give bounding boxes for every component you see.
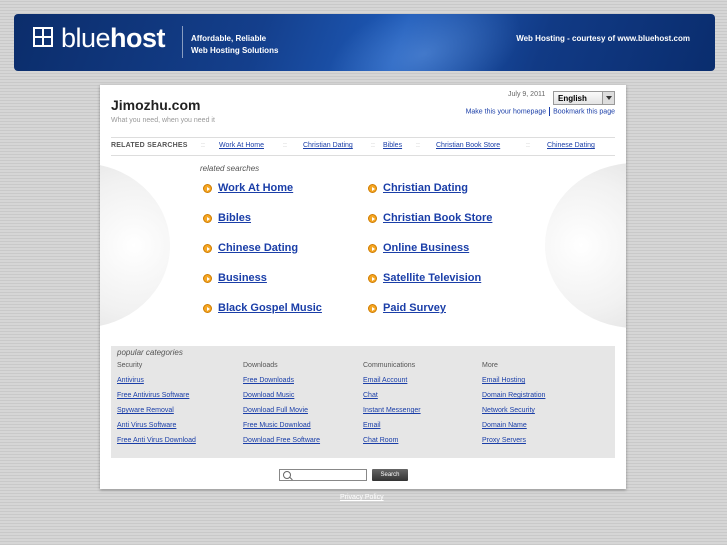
category-link[interactable]: Free Music Download xyxy=(243,422,320,437)
arrow-right-icon xyxy=(368,304,377,313)
arrow-right-icon xyxy=(368,244,377,253)
related-link[interactable]: Christian Dating xyxy=(383,182,468,194)
category-link[interactable]: Free Antivirus Software xyxy=(117,392,196,407)
related-searches-label: RELATED SEARCHES xyxy=(111,142,188,149)
site-title: Jimozhu.com xyxy=(111,97,201,113)
bar-separator: :: xyxy=(201,142,205,149)
related-link[interactable]: Satellite Television xyxy=(383,272,481,284)
language-select[interactable]: English xyxy=(553,91,615,105)
category-column-communications: Communications Email Account Chat Instan… xyxy=(363,362,421,452)
category-heading: Security xyxy=(117,362,143,369)
related-searches-title: related searches xyxy=(200,164,260,173)
related-link[interactable]: Black Gospel Music xyxy=(218,302,322,314)
bar-link-christian-dating[interactable]: Christian Dating xyxy=(303,142,353,149)
category-link[interactable]: Download Music xyxy=(243,392,320,407)
related-link[interactable]: Bibles xyxy=(218,212,251,224)
bar-link-work-at-home[interactable]: Work At Home xyxy=(219,142,264,149)
category-link[interactable]: Download Free Software xyxy=(243,437,320,452)
date-label: July 9, 2011 xyxy=(508,91,546,98)
category-heading: Communications xyxy=(363,362,416,369)
arrow-right-icon xyxy=(203,304,212,313)
related-link[interactable]: Work At Home xyxy=(218,182,293,194)
bar-separator: :: xyxy=(526,142,530,149)
category-link[interactable]: Free Downloads xyxy=(243,377,320,392)
privacy-policy-link[interactable]: Privacy Policy xyxy=(340,494,384,501)
make-homepage-link[interactable]: Make this your homepage xyxy=(466,108,547,115)
decorative-arc-left xyxy=(100,163,170,328)
category-link[interactable]: Email Hosting xyxy=(482,377,545,392)
language-value: English xyxy=(558,94,587,103)
related-link[interactable]: Christian Book Store xyxy=(383,212,492,224)
search-icon xyxy=(283,471,291,479)
tagline-divider xyxy=(182,26,183,58)
category-link[interactable]: Email xyxy=(363,422,421,437)
main-panel: Jimozhu.com What you need, when you need… xyxy=(100,85,626,489)
bar-separator: :: xyxy=(283,142,287,149)
related-link[interactable]: Business xyxy=(218,272,267,284)
category-column-security: Security Antivirus Free Antivirus Softwa… xyxy=(117,362,196,452)
bar-link-bibles[interactable]: Bibles xyxy=(383,142,402,149)
category-link[interactable]: Email Account xyxy=(363,377,421,392)
category-link[interactable]: Antivirus xyxy=(117,377,196,392)
popular-categories-title: popular categories xyxy=(117,348,183,357)
logo-text-host: host xyxy=(110,23,166,53)
category-link[interactable]: Proxy Servers xyxy=(482,437,545,452)
decorative-arc-right xyxy=(545,163,626,328)
chevron-down-icon[interactable] xyxy=(602,92,614,104)
courtesy-text: Web Hosting - courtesy of www.bluehost.c… xyxy=(516,34,690,43)
site-subtitle: What you need, when you need it xyxy=(111,117,215,124)
category-link[interactable]: Domain Registration xyxy=(482,392,545,407)
arrow-right-icon xyxy=(203,244,212,253)
category-link[interactable]: Network Security xyxy=(482,407,545,422)
related-link[interactable]: Online Business xyxy=(383,242,469,254)
tagline-line2: Web Hosting Solutions xyxy=(191,46,279,55)
category-link[interactable]: Download Full Movie xyxy=(243,407,320,422)
category-link[interactable]: Free Anti Virus Download xyxy=(117,437,196,452)
logo-text-blue: blue xyxy=(61,23,111,53)
search-input[interactable] xyxy=(279,469,367,481)
arrow-right-icon xyxy=(368,184,377,193)
bar-separator: :: xyxy=(416,142,420,149)
category-heading: Downloads xyxy=(243,362,278,369)
bar-link-christian-book-store[interactable]: Christian Book Store xyxy=(436,142,500,149)
category-link[interactable]: Chat xyxy=(363,392,421,407)
arrow-right-icon xyxy=(368,214,377,223)
bluehost-banner: bluehost Affordable, Reliable Web Hostin… xyxy=(14,14,715,71)
category-link[interactable]: Domain Name xyxy=(482,422,545,437)
tagline: Affordable, Reliable Web Hosting Solutio… xyxy=(191,33,278,57)
bookmark-link[interactable]: Bookmark this page xyxy=(553,108,615,115)
search-button[interactable]: Search xyxy=(372,469,408,481)
category-column-downloads: Downloads Free Downloads Download Music … xyxy=(243,362,320,452)
category-heading: More xyxy=(482,362,498,369)
arrow-right-icon xyxy=(368,274,377,283)
tagline-line1: Affordable, Reliable xyxy=(191,34,267,43)
category-link[interactable]: Instant Messenger xyxy=(363,407,421,422)
arrow-right-icon xyxy=(203,274,212,283)
arrow-right-icon xyxy=(203,184,212,193)
related-searches-bar: RELATED SEARCHES :: Work At Home :: Chri… xyxy=(111,137,615,156)
bar-separator: :: xyxy=(371,142,375,149)
category-link[interactable]: Spyware Removal xyxy=(117,407,196,422)
arrow-right-icon xyxy=(203,214,212,223)
category-column-more: More Email Hosting Domain Registration N… xyxy=(482,362,545,452)
category-link[interactable]: Chat Room xyxy=(363,437,421,452)
category-link[interactable]: Anti Virus Software xyxy=(117,422,196,437)
top-links: Make this your homepage Bookmark this pag… xyxy=(466,107,615,116)
related-link[interactable]: Paid Survey xyxy=(383,302,446,314)
bar-link-chinese-dating[interactable]: Chinese Dating xyxy=(547,142,595,149)
related-link[interactable]: Chinese Dating xyxy=(218,242,298,254)
bluehost-logo-icon xyxy=(33,27,53,47)
link-divider xyxy=(549,107,551,116)
bluehost-logo[interactable]: bluehost xyxy=(61,23,166,53)
popular-categories: popular categories Security Antivirus Fr… xyxy=(111,346,615,458)
